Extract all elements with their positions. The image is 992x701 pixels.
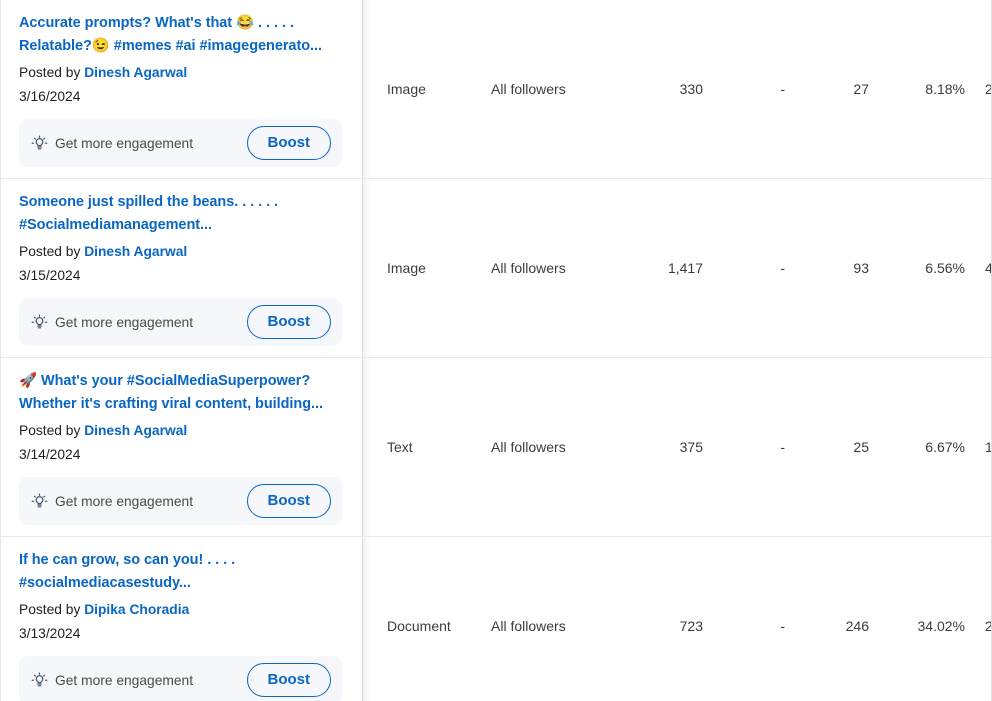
post-title-link[interactable]: Someone just spilled the beans. . . . . … <box>19 191 342 237</box>
clicks-cell: 20 <box>975 78 991 100</box>
impressions-cell: 330 <box>679 81 703 97</box>
reactions-cell: 27 <box>853 81 869 97</box>
boost-promo-text: Get more engagement <box>55 135 194 151</box>
post-metrics-group: Image All followers 1,417 - 93 6.56% 42 <box>363 179 991 357</box>
table-row: Someone just spilled the beans. . . . . … <box>1 179 991 358</box>
post-date: 3/13/2024 <box>19 626 81 641</box>
post-metrics-group: Image All followers 330 - 27 8.18% 20 <box>363 0 991 178</box>
post-author-line: Posted by Dinesh Agarwal <box>19 240 342 263</box>
boost-promo-left: Get more engagement <box>31 493 193 510</box>
post-title-link[interactable]: Accurate prompts? What's that 😂 . . . . … <box>19 12 342 58</box>
post-author-line: Posted by Dinesh Agarwal <box>19 419 342 442</box>
posted-by-label: Posted by <box>19 244 81 259</box>
clicks-cell: 17 <box>975 436 991 458</box>
post-type-cell: Image <box>387 260 426 276</box>
post-type-cell: Text <box>387 439 413 455</box>
video-views-cell: - <box>780 439 785 455</box>
video-views-cell: - <box>780 81 785 97</box>
post-title-link[interactable]: 🚀 What's your #SocialMediaSuperpower? Whe… <box>19 370 342 416</box>
posted-by-label: Posted by <box>19 65 81 80</box>
impressions-cell: 375 <box>679 439 703 455</box>
post-summary-cell: 🚀 What's your #SocialMediaSuperpower? Whe… <box>1 358 371 536</box>
post-summary-cell: If he can grow, so can you! . . . . #soci… <box>1 537 371 701</box>
lightbulb-idea-icon <box>31 493 48 510</box>
boost-button[interactable]: Boost <box>246 126 331 160</box>
boost-promo-left: Get more engagement <box>31 672 193 689</box>
engagement-rate-cell: 6.56% <box>925 260 965 276</box>
engagement-rate-cell: 8.18% <box>925 81 965 97</box>
posted-by-label: Posted by <box>19 423 81 438</box>
audience-cell: All followers <box>491 260 566 276</box>
post-author-link[interactable]: Dinesh Agarwal <box>84 65 187 80</box>
post-summary-cell: Accurate prompts? What's that 😂 . . . . … <box>1 0 371 178</box>
table-row: Accurate prompts? What's that 😂 . . . . … <box>1 0 991 179</box>
engagement-rate-cell: 34.02% <box>917 618 965 634</box>
lightbulb-idea-icon <box>31 135 48 152</box>
video-views-cell: - <box>780 260 785 276</box>
post-date: 3/15/2024 <box>19 268 81 283</box>
table-row: 🚀 What's your #SocialMediaSuperpower? Whe… <box>1 358 991 537</box>
lightbulb-idea-icon <box>31 672 48 689</box>
boost-promo-strip: Get more engagement Boost <box>19 656 342 701</box>
post-title-link[interactable]: If he can grow, so can you! . . . . #soci… <box>19 549 342 595</box>
boost-promo-strip: Get more engagement Boost <box>19 477 342 525</box>
clicks-cell: 29 <box>975 615 991 637</box>
audience-cell: All followers <box>491 439 566 455</box>
boost-button[interactable]: Boost <box>246 663 331 697</box>
lightbulb-idea-icon <box>31 314 48 331</box>
reactions-cell: 246 <box>845 618 869 634</box>
post-date: 3/14/2024 <box>19 447 81 462</box>
boost-promo-strip: Get more engagement Boost <box>19 298 342 346</box>
video-views-cell: - <box>780 618 785 634</box>
post-author-link[interactable]: Dinesh Agarwal <box>84 423 187 438</box>
boost-button[interactable]: Boost <box>246 484 331 518</box>
post-author-link[interactable]: Dinesh Agarwal <box>84 244 187 259</box>
post-author-line: Posted by Dinesh Agarwal <box>19 61 342 84</box>
post-date: 3/16/2024 <box>19 89 81 104</box>
post-author-link[interactable]: Dipika Choradia <box>84 602 189 617</box>
boost-promo-text: Get more engagement <box>55 493 194 509</box>
reactions-cell: 93 <box>853 260 869 276</box>
clicks-cell: 42 <box>975 257 991 279</box>
boost-promo-text: Get more engagement <box>55 314 194 330</box>
boost-promo-left: Get more engagement <box>31 314 193 331</box>
boost-promo-left: Get more engagement <box>31 135 193 152</box>
boost-promo-strip: Get more engagement Boost <box>19 119 342 167</box>
post-metrics-group: Text All followers 375 - 25 6.67% 17 <box>363 358 991 536</box>
boost-promo-text: Get more engagement <box>55 672 194 688</box>
post-type-cell: Document <box>387 618 451 634</box>
post-summary-cell: Someone just spilled the beans. . . . . … <box>1 179 371 357</box>
table-row: If he can grow, so can you! . . . . #soci… <box>1 537 991 701</box>
reactions-cell: 25 <box>853 439 869 455</box>
audience-cell: All followers <box>491 81 566 97</box>
boost-button[interactable]: Boost <box>246 305 331 339</box>
post-author-line: Posted by Dipika Choradia <box>19 598 342 621</box>
impressions-cell: 723 <box>679 618 703 634</box>
post-metrics-group: Document All followers 723 - 246 34.02% … <box>363 537 991 701</box>
audience-cell: All followers <box>491 618 566 634</box>
post-type-cell: Image <box>387 81 426 97</box>
engagement-rate-cell: 6.67% <box>925 439 965 455</box>
post-analytics-table: Accurate prompts? What's that 😂 . . . . … <box>0 0 992 701</box>
impressions-cell: 1,417 <box>667 260 703 276</box>
posted-by-label: Posted by <box>19 602 81 617</box>
